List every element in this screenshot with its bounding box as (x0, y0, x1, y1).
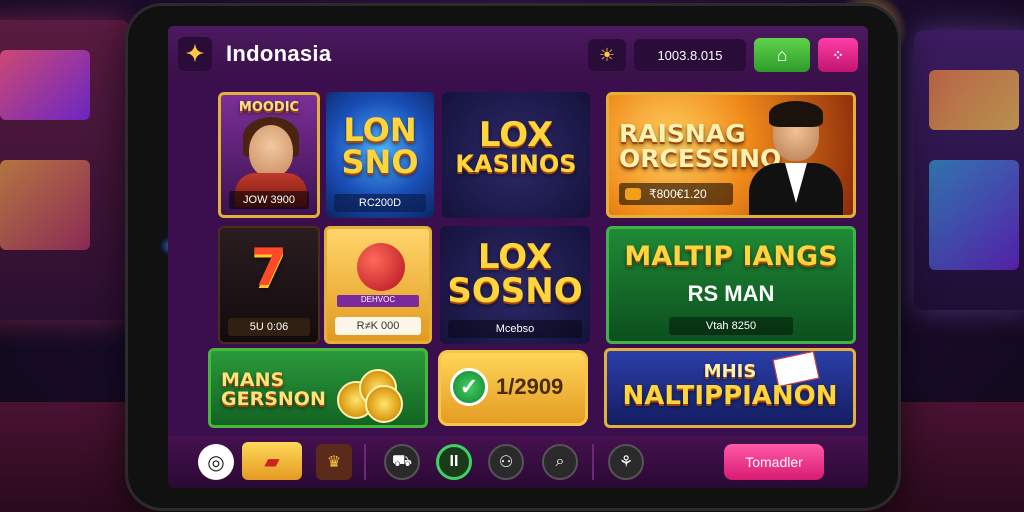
game-title: RAISNAG ORCESSINO (619, 119, 782, 173)
game-caption: RC200D (334, 194, 426, 212)
game-tile-maltip-iangs[interactable]: MALTIP IANGS RS MAN Vtah 8250 (606, 226, 856, 344)
check-icon: ✓ (450, 368, 488, 406)
queen-face (249, 125, 293, 177)
game-title: MALTIP IANGS (624, 241, 838, 272)
home-icon[interactable]: ⌂ (754, 38, 810, 72)
game-tile-lucky-seven[interactable]: 7 5U 0:06 (218, 226, 320, 344)
game-title-line-2: KASINOS (455, 150, 577, 178)
support-icon[interactable]: ⚇ (488, 444, 524, 480)
ball-icon (357, 243, 405, 291)
game-caption: R≠K 000 (335, 317, 421, 335)
game-title-line-2: ORCESSINO (619, 144, 782, 173)
game-tile-mans-gersnon[interactable]: MANS GERSNON (208, 348, 428, 428)
game-ribbon: DEHVOC (337, 295, 419, 307)
game-tile-ball[interactable]: DEHVOC R≠K 000 (324, 226, 432, 344)
app-logo-icon[interactable]: ✦ (178, 37, 212, 71)
divider (592, 444, 594, 480)
app-screen: ✦ Indonasia ☀ 1003.8.015 ⌂ ⁘ MOODIC ​JOW… (168, 26, 868, 488)
bottom-navigation-bar: ◎ ▰ ♛ ⛟ II ⚇ ⌕ ⚘ Tomadler (168, 436, 868, 488)
game-title: LOX SOSNO (440, 240, 590, 308)
game-tile-naltippianon[interactable]: MHIS NALTIPPIANON (604, 348, 856, 428)
game-caption: Vtah 8250 (669, 317, 793, 335)
game-title-line-1: MHIS (703, 361, 757, 382)
game-caption: ₹800€1.20 (619, 183, 733, 205)
menu-icon[interactable]: ⁘ (818, 38, 858, 72)
game-title-line-1: LOX (477, 237, 553, 277)
truck-icon[interactable]: ⛟ (384, 444, 420, 480)
bonus-claim-button[interactable]: ✓ 1/2909 (438, 350, 588, 426)
game-title: MANS GERSNON (221, 371, 335, 409)
game-caption: ​JOW 3900 (229, 191, 309, 209)
game-title-line-1: LOX (478, 115, 554, 155)
game-caption-text: ₹800€1.20 (649, 187, 707, 201)
game-title-line-1: RAISNAG (619, 119, 746, 148)
app-header: ✦ Indonasia ☀ 1003.8.015 ⌂ ⁘ (168, 26, 868, 82)
gift-icon[interactable]: ⚘ (608, 444, 644, 480)
game-tile-lon-sno[interactable]: LON SNO RC200D (326, 92, 434, 218)
coin-icon (625, 188, 641, 200)
divider (364, 444, 366, 480)
bonus-value: 1/2909 (496, 374, 564, 399)
sun-icon[interactable]: ☀ (588, 39, 626, 71)
balance-display: 1003.8.015 (634, 39, 746, 71)
app-title: Indonasia (226, 41, 332, 66)
game-title: LON SNO (326, 114, 434, 178)
game-tile-lox-kasinos[interactable]: LOX KASINOS (442, 92, 590, 218)
register-button[interactable]: Tomadler (724, 444, 824, 480)
ticket-icon[interactable]: ▰ (242, 442, 302, 480)
game-title-line-2: GERSNON (221, 388, 326, 410)
search-icon[interactable]: ⌕ (542, 444, 578, 480)
game-title-line-2: NALTIPPIANON (622, 381, 838, 411)
game-subtitle: RS MAN (687, 281, 775, 306)
game-title-line-2: SNO (341, 143, 419, 181)
background-slot-machine-right (914, 30, 1024, 310)
game-title-line-1: LON (343, 111, 417, 149)
gold-coins-icon (337, 365, 403, 423)
game-tile-lox-sosno[interactable]: LOX SOSNO Mcebso (440, 226, 590, 344)
game-tile-raisnag-orcessino[interactable]: RAISNAG ORCESSINO ₹800€1.20 (606, 92, 856, 218)
game-title-line-2: SOSNO (447, 271, 583, 311)
crown-icon[interactable]: ♛ (316, 444, 352, 480)
game-caption: Mcebso (448, 320, 582, 338)
game-tile-queen[interactable]: MOODIC ​JOW 3900 (218, 92, 320, 218)
pause-icon[interactable]: II (436, 444, 472, 480)
dealer-portrait (745, 101, 845, 215)
game-caption: 5U 0:06 (228, 318, 310, 336)
background-slot-machine-left (0, 20, 130, 320)
game-title: MOODIC (238, 100, 300, 115)
seven-icon: 7 (250, 238, 288, 298)
game-title: LOX KASINOS (442, 118, 590, 176)
location-pin-icon[interactable]: ◎ (198, 444, 234, 480)
